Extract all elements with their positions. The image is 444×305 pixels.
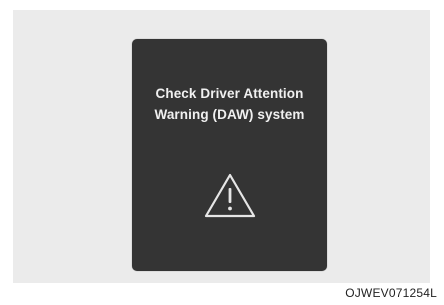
figure-code: OJWEV071254L [345, 286, 437, 300]
warning-triangle-icon [204, 173, 256, 218]
warning-message: Check Driver Attention Warning (DAW) sys… [132, 83, 327, 125]
warning-message-line-1: Check Driver Attention [155, 86, 304, 101]
warning-message-line-2: Warning (DAW) system [154, 107, 305, 122]
cluster-display-screen: Check Driver Attention Warning (DAW) sys… [132, 39, 327, 271]
